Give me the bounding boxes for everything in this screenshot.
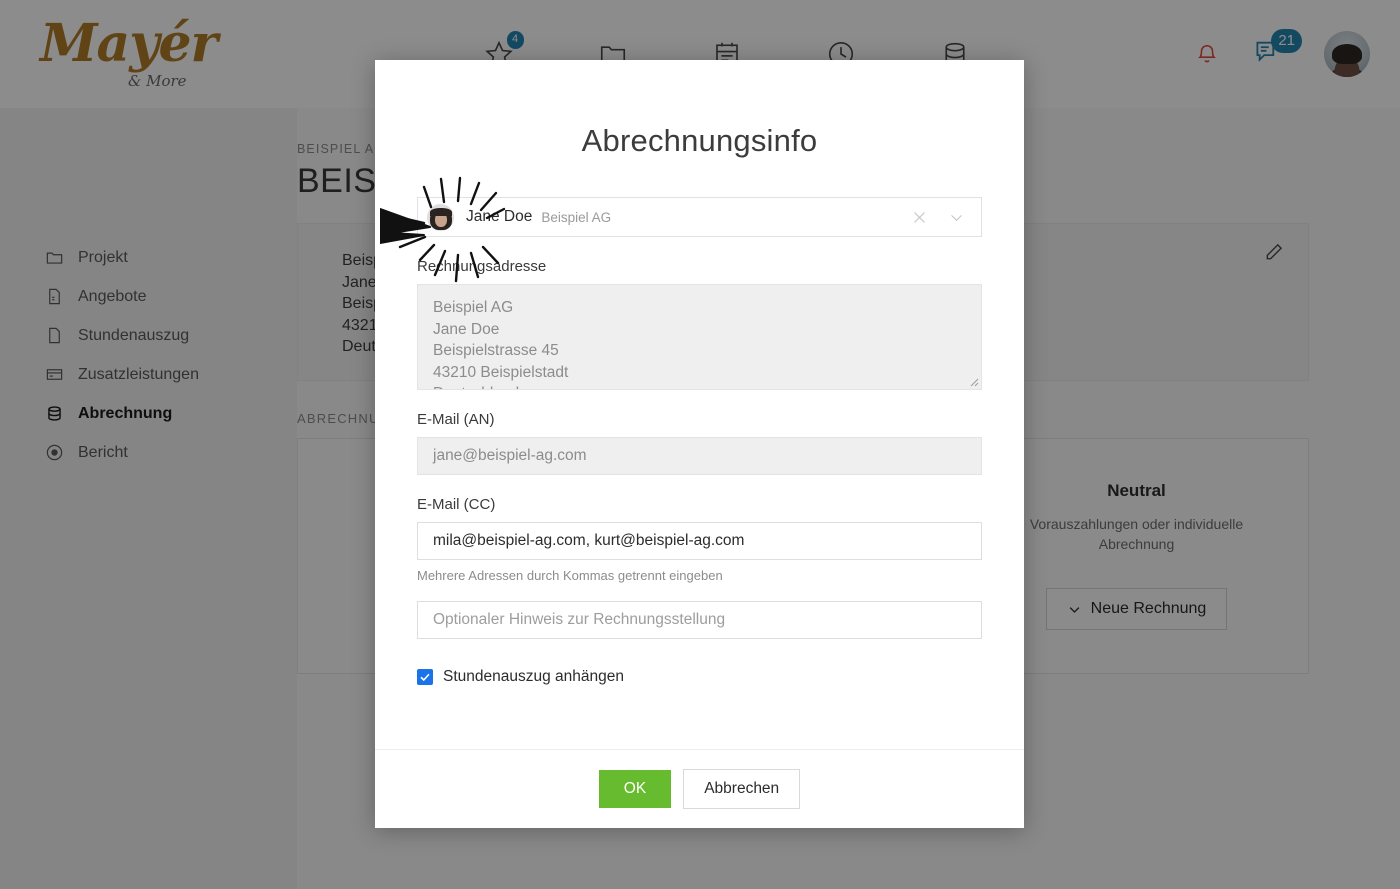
new-invoice-button[interactable]: Neue Rechnung	[1045, 588, 1228, 630]
sidebar-item-label: Stundenauszug	[78, 326, 190, 344]
checkbox-checked-icon[interactable]	[417, 669, 433, 685]
email-cc-label: E-Mail (CC)	[417, 496, 496, 513]
messages-badge: 21	[1271, 29, 1302, 53]
resize-handle-icon[interactable]	[967, 375, 979, 387]
hint-field-wrap: Optionaler Hinweis zur Rechnungsstellung	[417, 601, 982, 639]
billing-address-textarea[interactable]: Beispiel AG Jane Doe Beispielstrasse 45 …	[417, 284, 982, 390]
dialog-footer: OK Abbrechen	[375, 749, 1024, 828]
document-icon	[44, 287, 64, 307]
messages-icon[interactable]: 21	[1254, 29, 1302, 69]
chevron-down-icon[interactable]	[948, 209, 965, 226]
file-icon	[44, 326, 64, 346]
attach-timesheet-label: Stundenauszug anhängen	[443, 668, 624, 685]
edit-pencil-icon[interactable]	[1264, 242, 1290, 268]
neutral-title: Neutral	[1107, 481, 1166, 500]
sidebar-item-label: Angebote	[78, 287, 147, 305]
sidebar: Projekt Angebote Stundenauszug Zusatzlei…	[0, 108, 297, 889]
sidebar-item-stundenauszug[interactable]: Stundenauszug	[0, 316, 297, 355]
eye-icon	[44, 443, 64, 463]
billing-info-dialog: Abrechnungsinfo Jane Doe Beispiel AG Rec…	[375, 60, 1024, 828]
card-icon	[44, 365, 64, 385]
header-actions: 21	[1196, 29, 1400, 77]
email-cc-helper: Mehrere Adressen durch Kommas getrennt e…	[417, 568, 723, 583]
sidebar-item-label: Projekt	[78, 248, 128, 266]
dialog-body: Jane Doe Beispiel AG Rechnungsadresse Be…	[375, 159, 1024, 749]
attach-timesheet-checkbox-row[interactable]: Stundenauszug anhängen	[417, 668, 982, 686]
notification-bell-icon[interactable]	[1196, 43, 1218, 65]
chevron-down-icon	[1069, 606, 1079, 613]
email-an-label: E-Mail (AN)	[417, 411, 495, 428]
address-textarea-value: Beispiel AG Jane Doe Beispielstrasse 45 …	[433, 299, 569, 389]
sidebar-item-abrechnung[interactable]: Abrechnung	[0, 394, 297, 433]
star-badge: 4	[506, 31, 524, 49]
database-icon	[44, 404, 64, 424]
neutral-description: Vorauszahlungen oder individuelle Abrech…	[1029, 516, 1244, 552]
cancel-button[interactable]: Abbrechen	[683, 769, 801, 809]
address-field-label: Rechnungsadresse	[417, 258, 547, 275]
folder-icon	[44, 248, 64, 268]
logo-tagline: & More	[128, 72, 187, 90]
client-company: Beispiel AG	[541, 209, 612, 225]
new-invoice-label: Neue Rechnung	[1090, 600, 1207, 617]
sidebar-item-label: Abrechnung	[78, 404, 173, 422]
sidebar-item-label: Zusatzleistungen	[78, 365, 199, 383]
invoice-hint-field[interactable]: Optionaler Hinweis zur Rechnungsstellung	[417, 601, 982, 639]
sidebar-item-label: Bericht	[78, 443, 128, 461]
ok-button[interactable]: OK	[598, 770, 672, 808]
client-avatar	[427, 203, 454, 231]
sidebar-item-projekt[interactable]: Projekt	[0, 238, 297, 277]
sidebar-item-zusatzleistungen[interactable]: Zusatzleistungen	[0, 355, 297, 394]
email-cc-field[interactable]: mila@beispiel-ag.com, kurt@beispiel-ag.c…	[417, 522, 982, 560]
client-name: Jane Doe	[466, 208, 533, 225]
brand-logo[interactable]: Mayér & More	[0, 0, 297, 108]
clear-icon[interactable]	[911, 209, 928, 226]
user-avatar[interactable]	[1324, 31, 1370, 77]
client-select[interactable]: Jane Doe Beispiel AG	[417, 197, 982, 237]
email-an-field[interactable]: jane@beispiel-ag.com	[417, 437, 982, 475]
sidebar-item-bericht[interactable]: Bericht	[0, 433, 297, 472]
select-actions	[911, 209, 973, 226]
dialog-title: Abrechnungsinfo	[581, 123, 818, 158]
sidebar-item-angebote[interactable]: Angebote	[0, 277, 297, 316]
